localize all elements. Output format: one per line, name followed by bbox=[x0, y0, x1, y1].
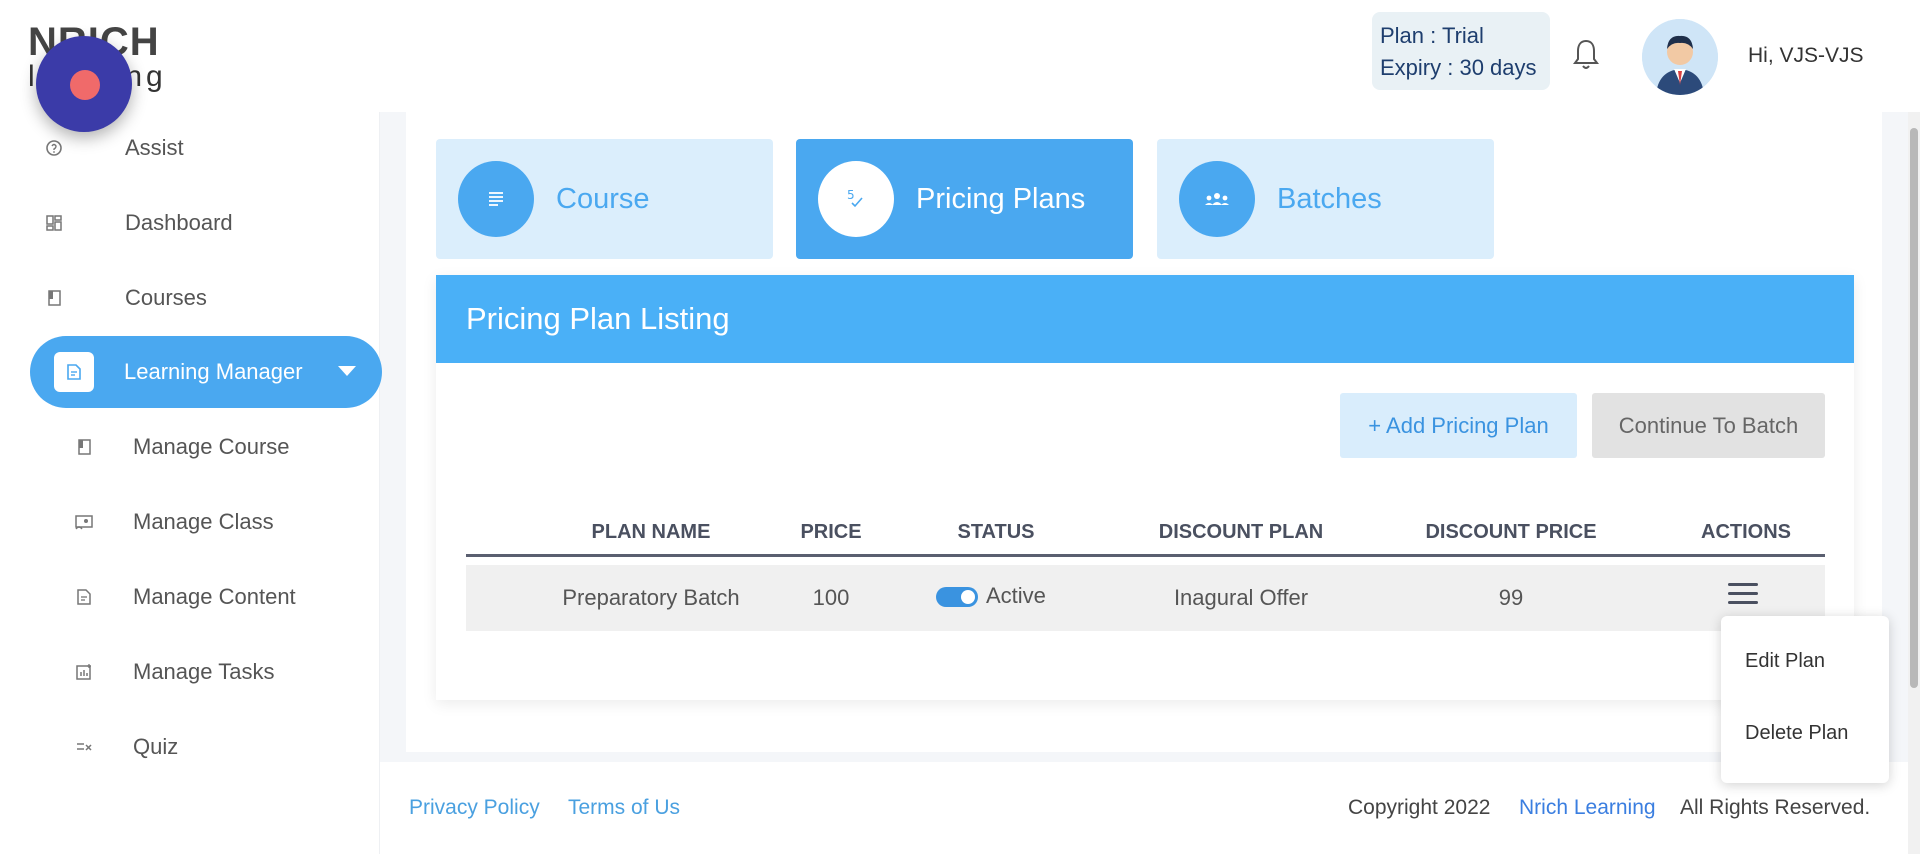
terms-link[interactable]: Terms of Us bbox=[568, 796, 680, 820]
footer: Privacy Policy Terms of Us Copyright 202… bbox=[380, 762, 1920, 854]
tasks-icon bbox=[60, 663, 108, 681]
add-pricing-plan-button[interactable]: + Add Pricing Plan bbox=[1340, 393, 1577, 458]
edit-plan-menu-item[interactable]: Edit Plan bbox=[1745, 650, 1825, 673]
sidebar-item-learning-manager[interactable]: Learning Manager bbox=[30, 336, 382, 408]
column-header: ACTIONS bbox=[1701, 521, 1791, 543]
sidebar-item-label: Manage Class bbox=[133, 509, 274, 534]
avatar[interactable] bbox=[1642, 19, 1718, 95]
svg-text:5: 5 bbox=[847, 188, 855, 202]
privacy-policy-link[interactable]: Privacy Policy bbox=[409, 796, 540, 820]
sidebar-item-courses[interactable]: Courses bbox=[30, 262, 382, 334]
actions-dropdown: Edit Plan Delete Plan bbox=[1721, 616, 1889, 783]
book-icon bbox=[30, 289, 78, 307]
chevron-down-icon bbox=[338, 366, 356, 376]
card-title: Pricing Plan Listing bbox=[436, 275, 1854, 363]
sidebar-item-label: Manage Tasks bbox=[133, 659, 275, 684]
sidebar-item-manage-class[interactable]: Manage Class bbox=[30, 486, 382, 558]
column-header: DISCOUNT PLAN bbox=[1158, 521, 1324, 543]
tab-course[interactable]: Course bbox=[436, 139, 773, 259]
top-header: NRICH learning Plan : Trial Expiry : 30 … bbox=[0, 0, 1920, 112]
plan-info-box: Plan : Trial Expiry : 30 days bbox=[1372, 12, 1550, 90]
column-header: DISCOUNT PRICE bbox=[1425, 521, 1597, 543]
bell-icon[interactable] bbox=[1572, 38, 1600, 72]
tab-batches[interactable]: Batches bbox=[1157, 139, 1494, 259]
table-header: PLAN NAME PRICE STATUS DISCOUNT PLAN DIS… bbox=[466, 513, 1825, 557]
help-icon bbox=[30, 139, 78, 157]
sidebar: Assist Dashboard Courses Learning Manage… bbox=[0, 112, 382, 854]
continue-to-batch-button[interactable]: Continue To Batch bbox=[1592, 393, 1825, 458]
rights-text: All Rights Reserved. bbox=[1680, 796, 1871, 819]
price-cell: 100 bbox=[812, 585, 850, 610]
scrollbar-thumb[interactable] bbox=[1910, 128, 1918, 688]
plan-expiry: Expiry : 30 days bbox=[1380, 55, 1537, 80]
column-header: PRICE bbox=[800, 521, 862, 543]
sidebar-item-manage-course[interactable]: Manage Course bbox=[30, 411, 382, 483]
user-greeting[interactable]: Hi, VJS-VJS bbox=[1748, 44, 1864, 68]
sidebar-item-manage-content[interactable]: Manage Content bbox=[30, 561, 382, 633]
copyright-text: Copyright 2022 bbox=[1348, 796, 1491, 819]
plan-name-cell: Preparatory Batch bbox=[562, 585, 740, 610]
sidebar-item-manage-tasks[interactable]: Manage Tasks bbox=[30, 636, 382, 708]
content-icon bbox=[60, 588, 108, 606]
brand-link[interactable]: Nrich Learning bbox=[1519, 796, 1656, 820]
tab-label: Batches bbox=[1277, 182, 1382, 215]
toggle-knob bbox=[961, 590, 975, 604]
status-text: Active bbox=[986, 583, 1046, 608]
column-header: STATUS bbox=[957, 521, 1035, 543]
sidebar-item-label: Assist bbox=[125, 135, 184, 160]
quiz-icon bbox=[60, 738, 108, 756]
sidebar-item-label: Quiz bbox=[133, 734, 179, 759]
sidebar-item-label: Courses bbox=[125, 285, 207, 310]
class-icon bbox=[60, 513, 108, 531]
record-dot-icon bbox=[70, 70, 100, 100]
tab-label: Pricing Plans bbox=[916, 182, 1086, 215]
sidebar-item-label: Dashboard bbox=[125, 210, 233, 235]
sidebar-item-label: Learning Manager bbox=[124, 359, 303, 384]
book-icon bbox=[60, 438, 108, 456]
sidebar-item-label: Manage Content bbox=[133, 584, 296, 609]
tab-pricing-plans[interactable]: 5 Pricing Plans bbox=[796, 139, 1133, 259]
assist-fab-button[interactable] bbox=[36, 36, 132, 132]
sidebar-item-dashboard[interactable]: Dashboard bbox=[30, 187, 382, 259]
sidebar-item-label: Manage Course bbox=[133, 434, 290, 459]
vertical-scrollbar[interactable] bbox=[1908, 112, 1920, 854]
price-icon: 5 bbox=[818, 161, 894, 237]
tab-label: Course bbox=[556, 182, 650, 215]
table-row: Preparatory Batch 100 Active Inagural Of… bbox=[466, 565, 1825, 631]
plan-type: Plan : Trial bbox=[1380, 23, 1484, 48]
dashboard-icon bbox=[30, 214, 78, 232]
discount-plan-cell: Inagural Offer bbox=[1173, 585, 1309, 610]
status-toggle[interactable] bbox=[936, 587, 978, 607]
sidebar-item-quiz[interactable]: Quiz bbox=[30, 711, 382, 783]
user-avatar-icon bbox=[1642, 19, 1718, 95]
list-icon bbox=[458, 161, 534, 237]
actions-menu-icon[interactable] bbox=[1728, 583, 1758, 605]
pricing-plan-card: Pricing Plan Listing + Add Pricing Plan … bbox=[436, 275, 1854, 700]
column-header: PLAN NAME bbox=[591, 521, 711, 543]
people-icon bbox=[1179, 161, 1255, 237]
discount-price-cell: 99 bbox=[1498, 585, 1524, 610]
document-icon bbox=[54, 352, 94, 392]
delete-plan-menu-item[interactable]: Delete Plan bbox=[1745, 722, 1848, 745]
